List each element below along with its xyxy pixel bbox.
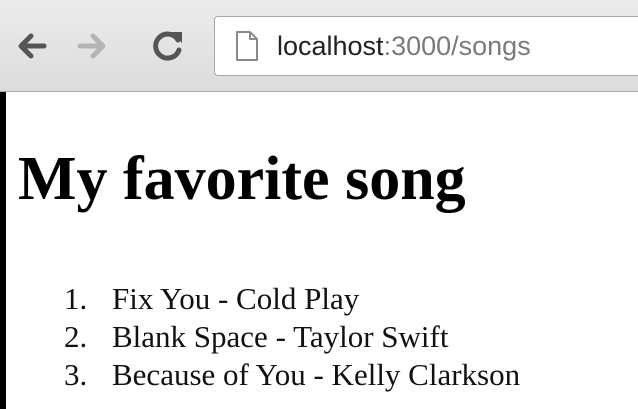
- arrow-left-icon: [18, 33, 47, 59]
- address-bar[interactable]: localhost:3000/songs: [214, 16, 638, 76]
- browser-toolbar: localhost:3000/songs: [0, 0, 638, 92]
- reload-button[interactable]: [150, 28, 186, 64]
- page-content: My favorite song 1. Fix You - Cold Play …: [6, 92, 638, 409]
- reload-icon: [153, 31, 182, 61]
- song-number: 3.: [64, 357, 88, 392]
- forward-button[interactable]: [74, 28, 110, 64]
- url-text[interactable]: localhost:3000/songs: [277, 17, 531, 75]
- url-host: localhost: [277, 31, 384, 61]
- song-text: Fix You - Cold Play: [112, 281, 360, 316]
- song-number: 2.: [64, 319, 88, 354]
- song-text: Because of You - Kelly Clarkson: [112, 357, 521, 392]
- arrow-right-icon: [77, 33, 106, 59]
- back-button[interactable]: [14, 28, 50, 64]
- page-icon: [236, 31, 258, 61]
- song-text: Blank Space - Taylor Swift: [112, 319, 449, 354]
- page-title: My favorite song: [18, 145, 466, 213]
- song-number: 1.: [64, 281, 88, 316]
- url-path: :3000/songs: [383, 31, 531, 61]
- browser-window: localhost:3000/songs My favorite song 1.…: [0, 0, 638, 409]
